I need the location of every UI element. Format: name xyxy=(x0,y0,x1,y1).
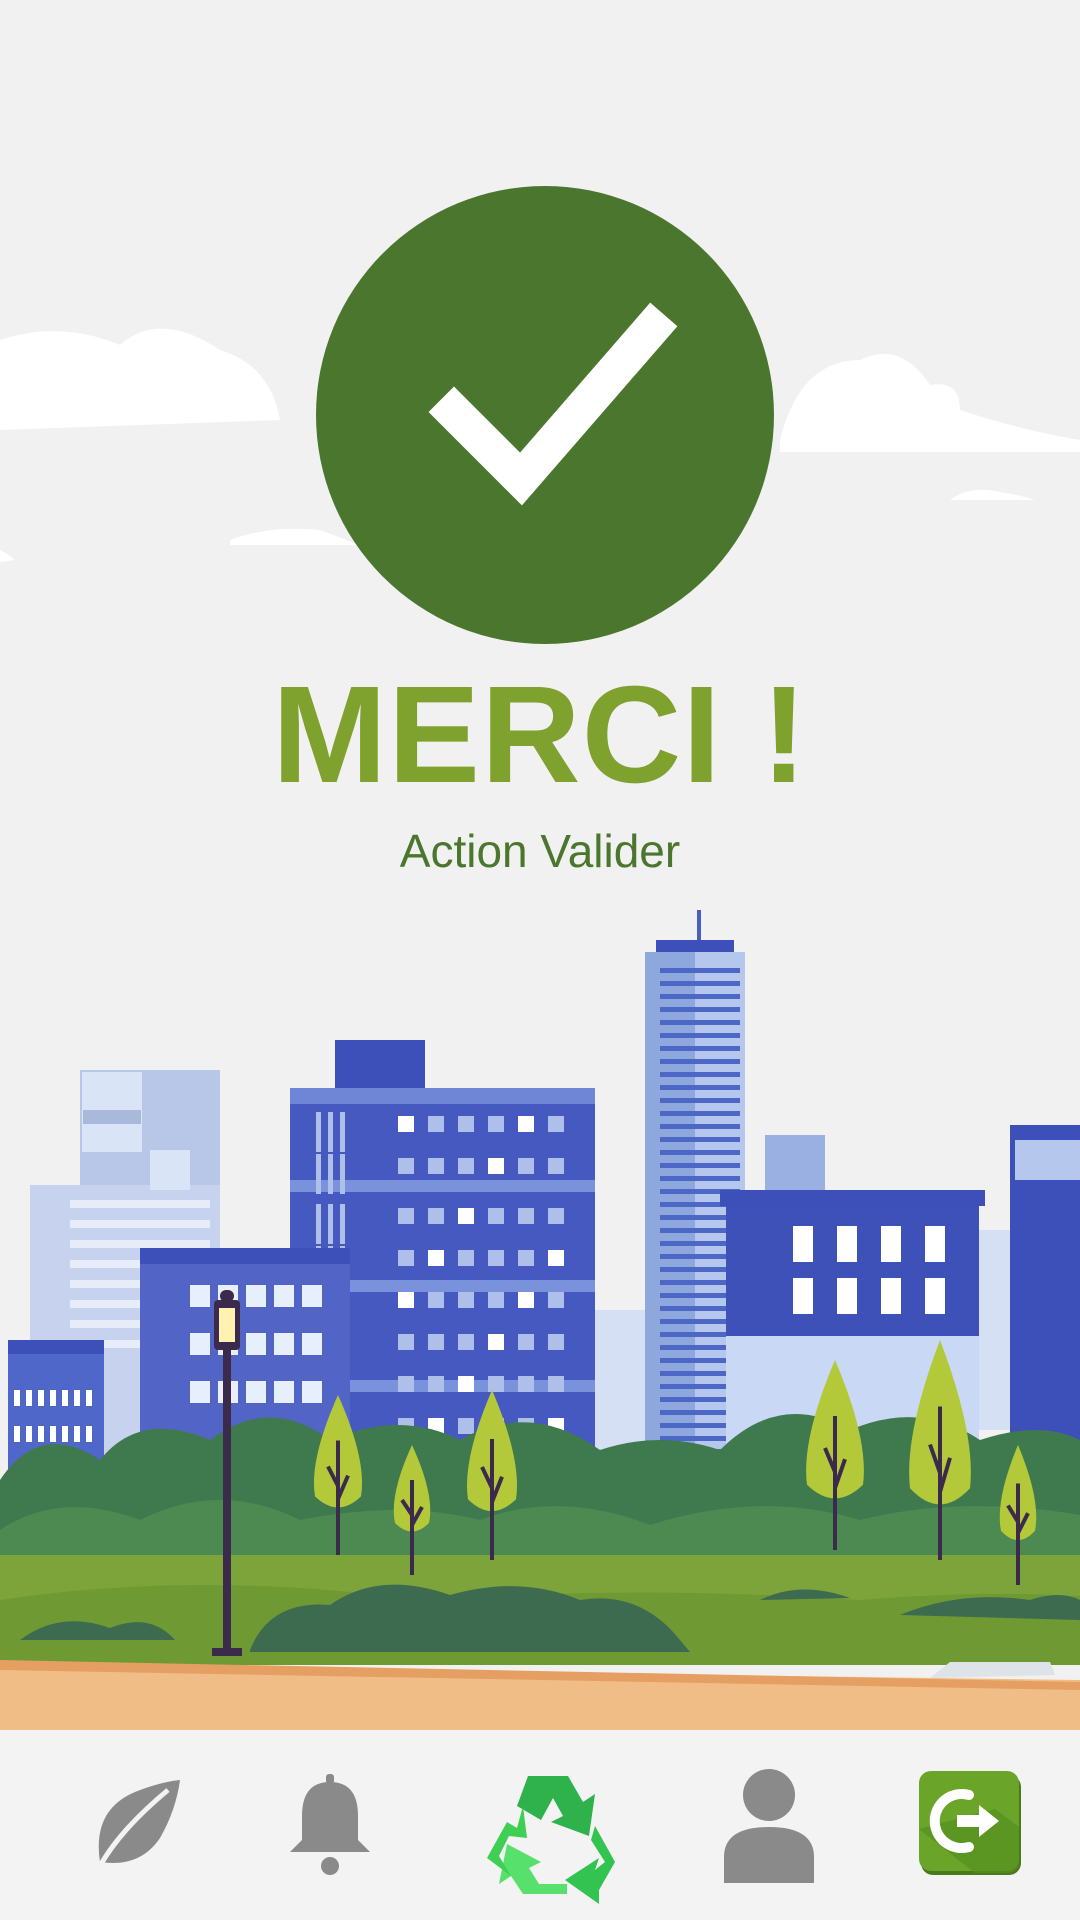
nav-logout-button[interactable] xyxy=(906,1760,1036,1890)
nav-notifications-button[interactable] xyxy=(265,1760,395,1890)
confirmation-title: MERCI ! xyxy=(272,658,808,812)
nav-leaf-button[interactable] xyxy=(70,1760,200,1890)
nav-profile-button[interactable] xyxy=(704,1760,834,1890)
checkmark-icon xyxy=(428,302,678,506)
success-check-badge xyxy=(316,186,774,644)
confirmation-subtitle: Action Valider xyxy=(399,825,681,877)
nav-recycle-button[interactable] xyxy=(483,1766,623,1906)
logout-icon xyxy=(919,1771,1021,1875)
bell-icon xyxy=(290,1774,370,1875)
leaf-icon xyxy=(97,1780,180,1868)
user-icon xyxy=(724,1769,814,1883)
recycle-icon xyxy=(487,1776,615,1904)
